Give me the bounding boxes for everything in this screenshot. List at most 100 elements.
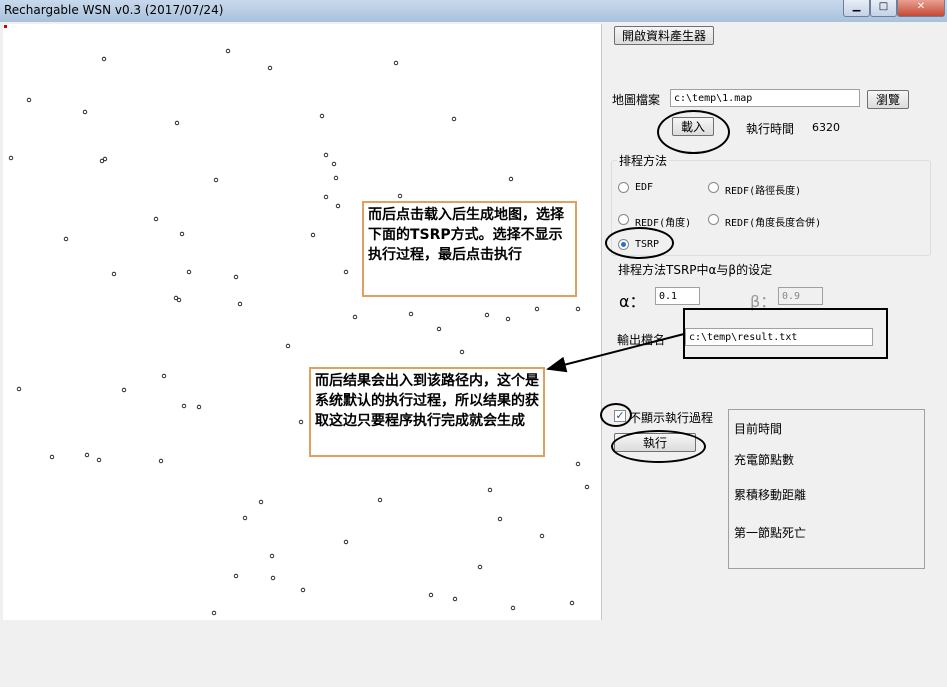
- sensor-node: [153, 216, 159, 222]
- sensor-node: [102, 156, 108, 162]
- sensor-node: [534, 306, 540, 312]
- sensor-node: [196, 404, 202, 410]
- sensor-node: [377, 497, 383, 503]
- annotation-top: 而后点击载入后生成地图，选择下面的TSRP方式。选择不显示执行过程，最后点击执行: [362, 201, 577, 297]
- maximize-button[interactable]: □: [870, 0, 897, 17]
- sensor-node: [451, 116, 457, 122]
- sensor-node: [584, 484, 590, 490]
- map-canvas[interactable]: [3, 24, 602, 620]
- hide-process-label: 不顯示執行過程: [629, 411, 714, 425]
- sensor-node: [8, 155, 14, 161]
- sensor-node: [49, 454, 55, 460]
- sensor-node: [96, 457, 102, 463]
- open-generator-button[interactable]: 開啟資料產生器: [614, 26, 714, 45]
- sensor-node: [300, 587, 306, 593]
- sensor-node: [575, 306, 581, 312]
- alpha-input[interactable]: 0.1: [655, 287, 700, 305]
- current-time-label: 目前時間: [734, 422, 783, 436]
- annotation-bottom: 而后结果会出入到该路径内，这个是系统默认的执行过程，所以结果的获取这边只要程序执…: [309, 367, 545, 457]
- sensor-node: [158, 458, 164, 464]
- browse-button[interactable]: 瀏覽: [867, 90, 909, 109]
- sensor-node: [161, 373, 167, 379]
- sensor-node: [213, 177, 219, 183]
- sensor-node: [428, 592, 434, 598]
- minimize-icon: ▁: [852, 1, 861, 12]
- sensor-node: [298, 419, 304, 425]
- sensor-node: [225, 48, 231, 54]
- sensor-node: [267, 65, 273, 71]
- map-file-input[interactable]: c:\temp\1.map: [670, 89, 860, 107]
- sensor-node: [233, 573, 239, 579]
- sensor-node: [237, 301, 243, 307]
- bottom-strip: [0, 621, 947, 687]
- sensor-node: [269, 553, 275, 559]
- exec-time-label: 執行時間: [746, 122, 795, 136]
- sensor-node: [569, 600, 575, 606]
- sensor-node: [26, 97, 32, 103]
- window-title: Rechargable WSN v0.3 (2017/07/24): [4, 3, 224, 17]
- minimize-button[interactable]: ▁: [843, 0, 870, 17]
- sensor-node: [335, 203, 341, 209]
- sensor-node: [101, 56, 107, 62]
- sensor-node: [173, 295, 179, 301]
- charged-nodes-label: 充電節點數: [734, 453, 795, 467]
- map-plot: [4, 25, 590, 616]
- sensor-node: [84, 452, 90, 458]
- sensor-node: [63, 236, 69, 242]
- sensor-node: [181, 403, 187, 409]
- sensor-node: [323, 194, 329, 200]
- sensor-node: [111, 271, 117, 277]
- sensor-node: [452, 596, 458, 602]
- status-panel: 目前時間 充電節點數 累積移動距離 第一節點死亡: [728, 409, 925, 569]
- schedule-group-title: 排程方法: [617, 152, 670, 169]
- alpha-label: α：: [619, 292, 646, 311]
- sensor-node: [186, 269, 192, 275]
- sensor-node: [285, 343, 291, 349]
- load-highlight-ellipse: [657, 110, 730, 154]
- sensor-node: [408, 311, 414, 317]
- sensor-node: [319, 113, 325, 119]
- radio-redf-angle[interactable]: [618, 214, 629, 225]
- beta-input[interactable]: 0.9: [778, 287, 823, 305]
- tsrp-param-title: 排程方法TSRP中α与β的设定: [618, 263, 773, 277]
- output-file-label: 輸出檔名: [617, 333, 666, 347]
- sensor-node: [539, 533, 545, 539]
- sensor-node: [497, 516, 503, 522]
- close-icon: ✕: [916, 1, 926, 12]
- sensor-node: [16, 386, 22, 392]
- move-distance-label: 累積移動距離: [734, 488, 807, 502]
- close-button[interactable]: ✕: [897, 0, 945, 17]
- first-death-label: 第一節點死亡: [734, 526, 807, 540]
- sensor-node: [397, 193, 403, 199]
- sensor-node: [487, 487, 493, 493]
- sensor-node: [477, 564, 483, 570]
- sensor-node: [211, 610, 217, 616]
- sensor-node: [310, 232, 316, 238]
- radio-redf-combined-label: REDF(角度長度合併): [725, 218, 822, 229]
- sensor-node: [505, 316, 511, 322]
- sensor-node: [343, 269, 349, 275]
- map-file-label: 地圖檔案: [612, 93, 661, 107]
- sensor-node: [179, 231, 185, 237]
- sensor-node: [510, 605, 516, 611]
- sensor-node: [333, 175, 339, 181]
- radio-redf-path-label: REDF(路徑長度): [725, 186, 802, 197]
- radio-edf[interactable]: [618, 182, 629, 193]
- execute-highlight-ellipse: [611, 430, 706, 463]
- sensor-node: [121, 387, 127, 393]
- sensor-node: [258, 499, 264, 505]
- radio-redf-path[interactable]: [708, 182, 719, 193]
- sensor-node: [343, 539, 349, 545]
- sensor-node: [242, 515, 248, 521]
- output-highlight-rect: [683, 308, 888, 359]
- sensor-node: [575, 461, 581, 467]
- sensor-node: [436, 326, 442, 332]
- radio-edf-label: EDF: [635, 182, 654, 193]
- exec-time-value: 6320: [812, 121, 840, 134]
- sensor-node: [233, 274, 239, 280]
- radio-redf-combined[interactable]: [708, 214, 719, 225]
- sensor-node: [484, 312, 490, 318]
- sensor-node: [82, 109, 88, 115]
- sensor-node: [270, 575, 276, 581]
- checkbox-highlight-ellipse: [600, 403, 632, 427]
